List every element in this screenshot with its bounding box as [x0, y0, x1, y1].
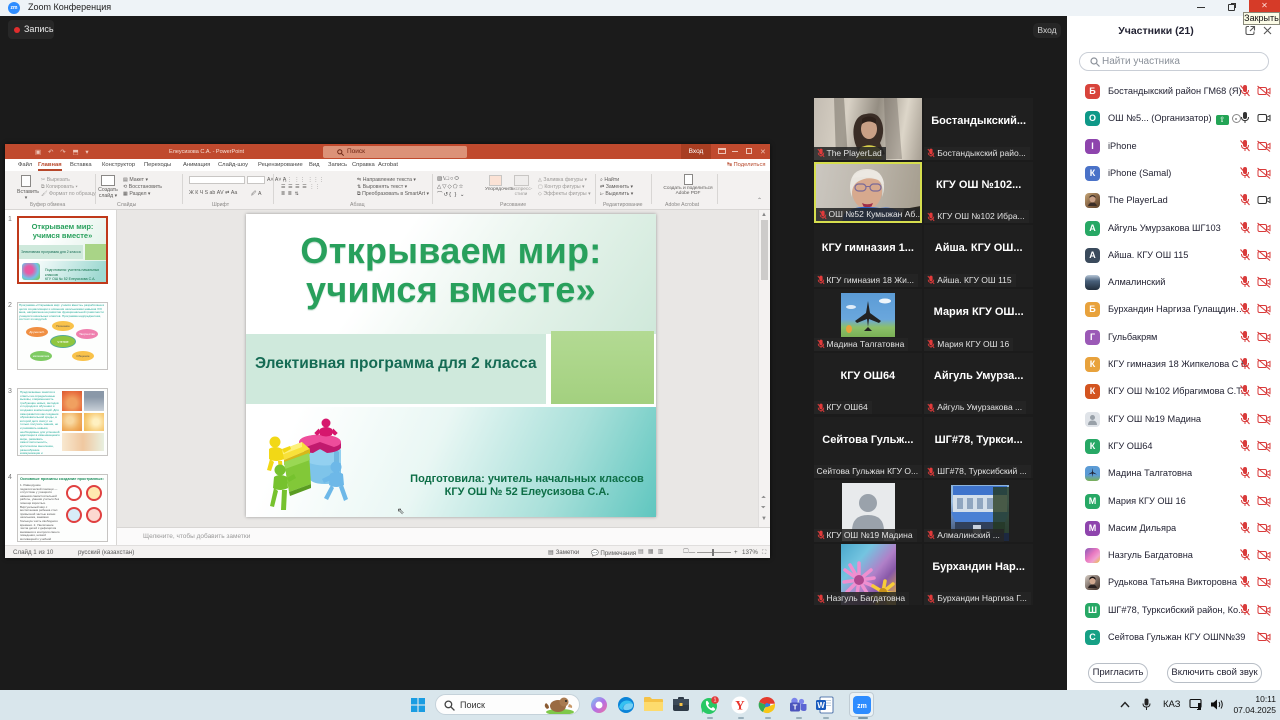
svg-text:1: 1: [713, 698, 716, 704]
svg-text:W: W: [817, 701, 825, 710]
svg-text:zm: zm: [857, 703, 867, 710]
svg-text:Y: Y: [735, 698, 745, 713]
svg-text:T: T: [793, 703, 798, 712]
